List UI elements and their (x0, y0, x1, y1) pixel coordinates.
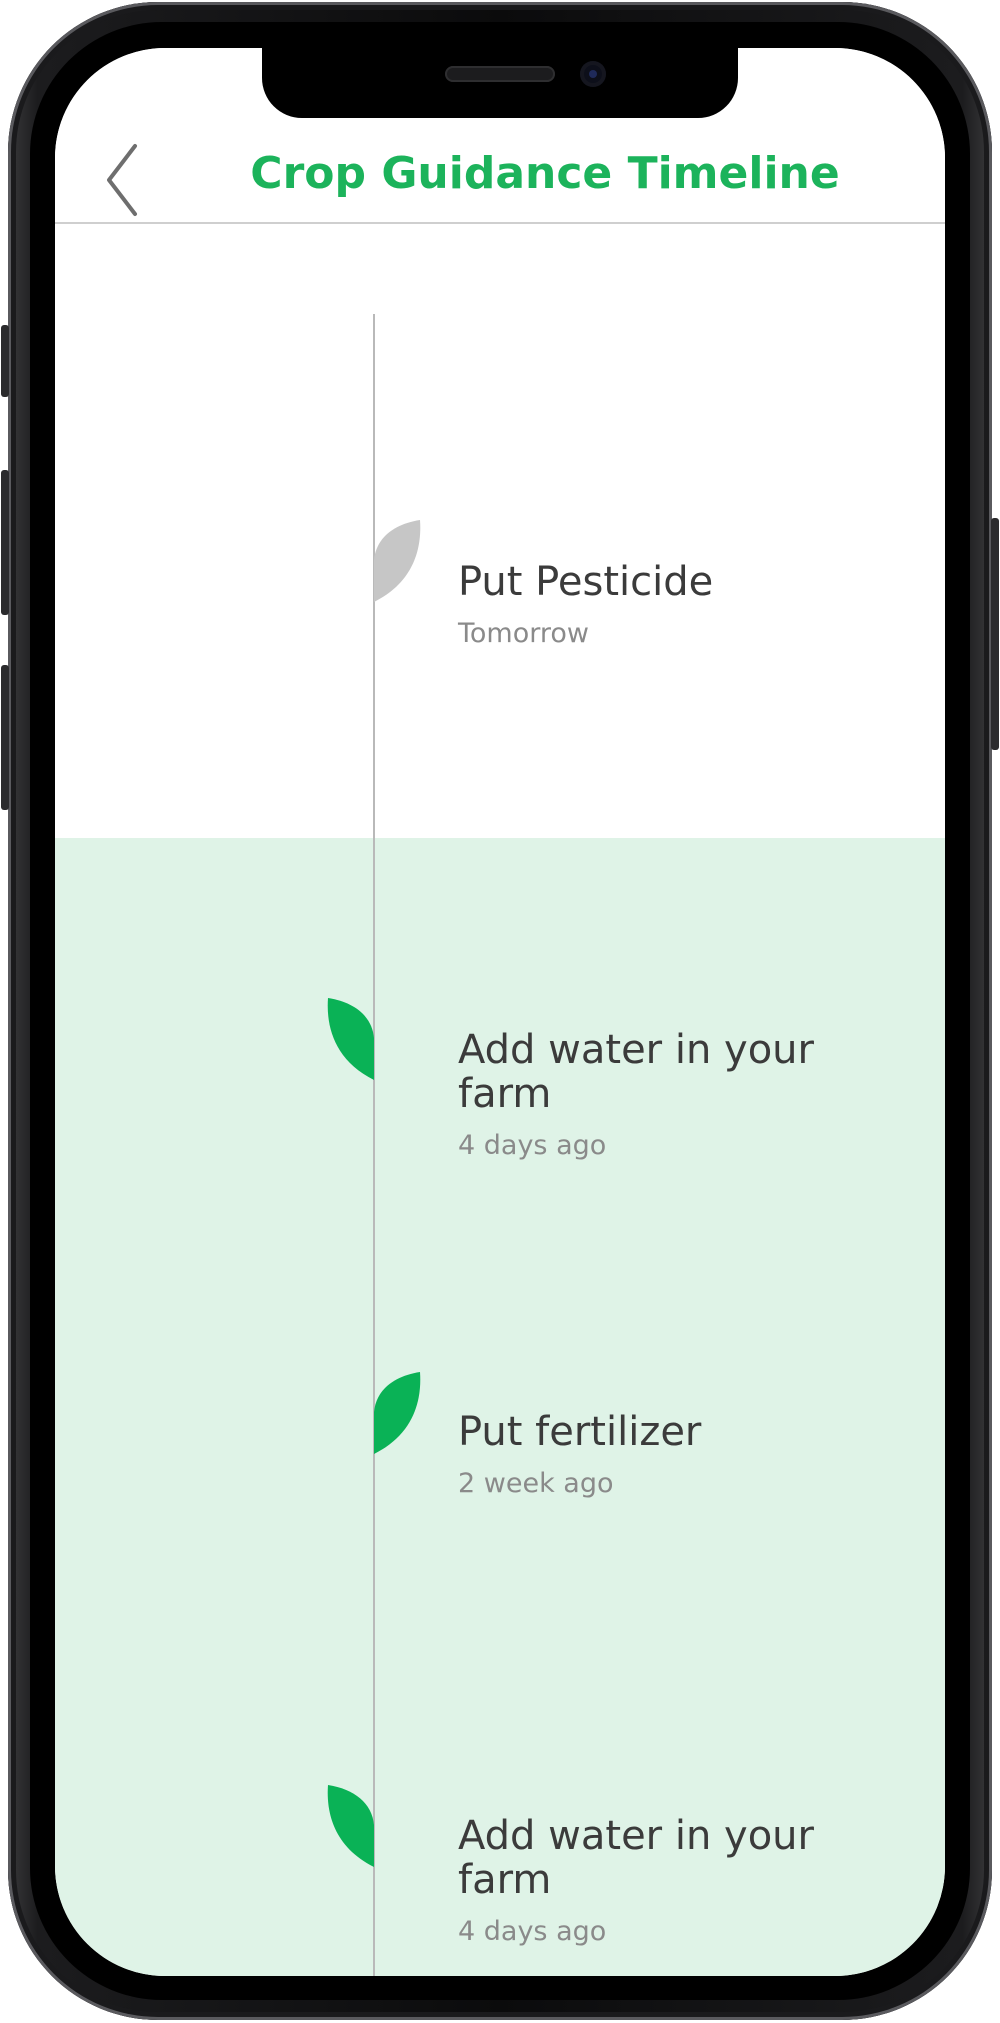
event-time: 4 days ago (458, 1916, 607, 1947)
leaf-icon (374, 1372, 422, 1454)
leaf-icon (326, 1785, 374, 1867)
page-title: Crop Guidance Timeline (250, 148, 840, 199)
device-mockup: Crop Guidance Timeline Put Pesticide Tom… (0, 0, 1000, 2023)
volume-down-button (1, 665, 9, 810)
notch (262, 48, 738, 118)
event-title: Put fertilizer (458, 1409, 702, 1455)
completed-section (55, 838, 945, 1976)
leaf-icon (374, 520, 422, 602)
app-screen: Crop Guidance Timeline Put Pesticide Tom… (55, 48, 945, 1976)
event-title: Add water in your farm (458, 1027, 814, 1117)
back-button[interactable] (95, 138, 155, 218)
timeline-event[interactable]: Add water in your farm 4 days ago (458, 1814, 858, 1947)
upcoming-section (55, 224, 945, 838)
timeline-event[interactable]: Put Pesticide Tomorrow (458, 560, 858, 649)
silent-switch (1, 325, 9, 397)
chevron-left-icon (95, 138, 155, 218)
speaker-grille (445, 66, 555, 82)
power-button (991, 518, 999, 750)
front-camera (580, 61, 606, 87)
event-time: Tomorrow (458, 618, 589, 649)
event-title: Add water in your farm (458, 1813, 814, 1903)
timeline-event[interactable]: Put fertilizer 2 week ago (458, 1410, 858, 1499)
leaf-icon (326, 998, 374, 1080)
timeline-event[interactable]: Add water in your farm 4 days ago (458, 1028, 858, 1161)
event-time: 4 days ago (458, 1130, 607, 1161)
event-time: 2 week ago (458, 1468, 614, 1499)
timeline-content: Put Pesticide Tomorrow Add water in your… (55, 224, 945, 1976)
event-title: Put Pesticide (458, 559, 714, 605)
volume-up-button (1, 470, 9, 615)
